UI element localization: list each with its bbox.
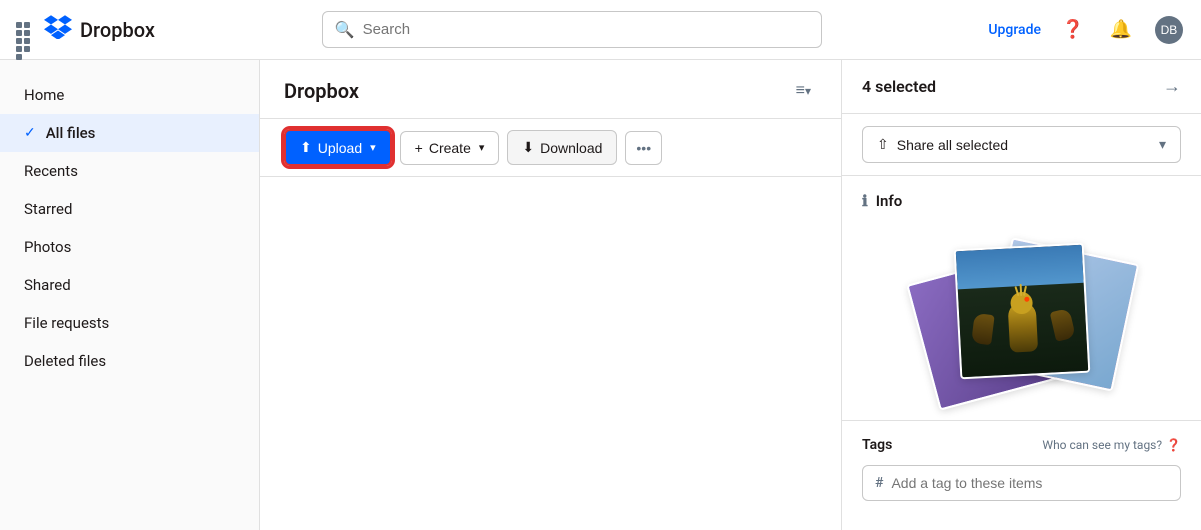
sidebar-item-all-files[interactable]: ✓ All files [0,114,259,152]
download-label: Download [540,140,602,156]
create-label: Create [429,140,471,156]
create-chevron-icon: ▾ [479,141,485,154]
photo-card-main [953,243,1090,380]
sidebar-item-photos[interactable]: Photos [0,228,259,266]
photos-label: Photos [24,238,71,256]
all-files-label: All files [46,124,96,142]
topbar-right: Upgrade ❓ 🔔 DB [988,14,1185,46]
help-icon: ❓ [1062,19,1084,40]
home-label: Home [24,86,64,104]
sidebar-item-starred[interactable]: Starred [0,190,259,228]
right-panel: 4 selected → ⇧ Share all selected ▾ ℹ In… [841,60,1201,530]
bell-icon: 🔔 [1110,19,1132,40]
close-panel-button[interactable]: → [1163,76,1181,97]
upload-label: Upload [318,140,362,156]
tag-input[interactable] [891,475,1168,491]
tags-header: Tags Who can see my tags? ❓ [862,437,1181,453]
tags-help-icon: ❓ [1166,438,1181,452]
upload-icon: ⬆ [300,139,312,156]
info-section: ℹ Info [842,176,1201,421]
plus-icon: + [415,140,423,156]
panel-header: 4 selected → [842,60,1201,114]
grid-menu-icon[interactable] [16,22,32,38]
share-all-button[interactable]: ⇧ Share all selected ▾ [862,126,1181,163]
starred-label: Starred [24,200,72,218]
tag-hash-symbol: # [875,475,883,491]
tags-label: Tags [862,437,892,453]
info-label: Info [876,192,903,210]
list-view-icon: ≡ [796,82,805,100]
sidebar-item-home[interactable]: Home [0,76,259,114]
sidebar-item-file-requests[interactable]: File requests [0,304,259,342]
tag-input-row[interactable]: # [862,465,1181,501]
download-button[interactable]: ⬇ Download [507,130,617,165]
create-button[interactable]: + Create ▾ [400,131,500,165]
search-bar[interactable]: 🔍 [322,11,822,48]
share-btn-row: ⇧ Share all selected ▾ [842,114,1201,176]
toolbar: ⬆ Upload ▾ + Create ▾ ⬇ Download ••• [260,119,841,177]
topbar-left: Dropbox [16,15,155,45]
account-icon: DB [1155,16,1183,44]
account-button[interactable]: DB [1153,14,1185,46]
tags-help-text: Who can see my tags? [1042,438,1162,452]
ellipsis-icon: ••• [636,140,651,156]
download-icon: ⬇ [522,139,534,156]
search-icon: 🔍 [335,20,355,39]
share-icon: ⇧ [877,136,889,153]
upload-button[interactable]: ⬆ Upload ▾ [284,129,392,166]
shared-label: Shared [24,276,71,294]
topbar: Dropbox 🔍 Upgrade ❓ 🔔 DB [0,0,1201,60]
page-title: Dropbox [284,79,359,103]
dropbox-logo: Dropbox [44,15,155,45]
upgrade-link[interactable]: Upgrade [988,22,1041,38]
info-icon: ℹ [862,192,868,210]
photos-stack [862,226,1181,396]
sidebar: Home ✓ All files Recents Starred Photos … [0,60,260,530]
help-button[interactable]: ❓ [1057,14,1089,46]
content-actions: ≡ ▾ [790,76,817,106]
sidebar-item-deleted-files[interactable]: Deleted files [0,342,259,380]
close-arrow-icon: → [1163,76,1181,97]
deleted-files-label: Deleted files [24,352,106,370]
more-options-button[interactable]: ••• [625,131,662,165]
sidebar-item-shared[interactable]: Shared [0,266,259,304]
info-header: ℹ Info [862,192,1181,210]
dropbox-logo-text: Dropbox [80,18,155,42]
content-body [260,177,841,530]
sidebar-item-recents[interactable]: Recents [0,152,259,190]
chevron-down-icon: ▾ [805,84,811,98]
dropbox-icon [44,15,72,45]
tags-help-link[interactable]: Who can see my tags? ❓ [1042,438,1181,452]
content-header: Dropbox ≡ ▾ [260,60,841,119]
file-requests-label: File requests [24,314,109,332]
tags-section: Tags Who can see my tags? ❓ # [842,421,1201,517]
content-area: Dropbox ≡ ▾ ⬆ Upload ▾ + Create ▾ ⬇ Do [260,60,841,530]
share-all-label: Share all selected [897,137,1008,153]
check-icon: ✓ [24,125,36,141]
view-options-button[interactable]: ≡ ▾ [790,76,817,106]
upload-chevron-icon: ▾ [370,141,376,154]
selected-count: 4 selected [862,77,936,96]
share-chevron-icon: ▾ [1159,136,1166,153]
recents-label: Recents [24,162,78,180]
search-input[interactable] [363,21,809,38]
main-layout: Home ✓ All files Recents Starred Photos … [0,60,1201,530]
notifications-button[interactable]: 🔔 [1105,14,1137,46]
